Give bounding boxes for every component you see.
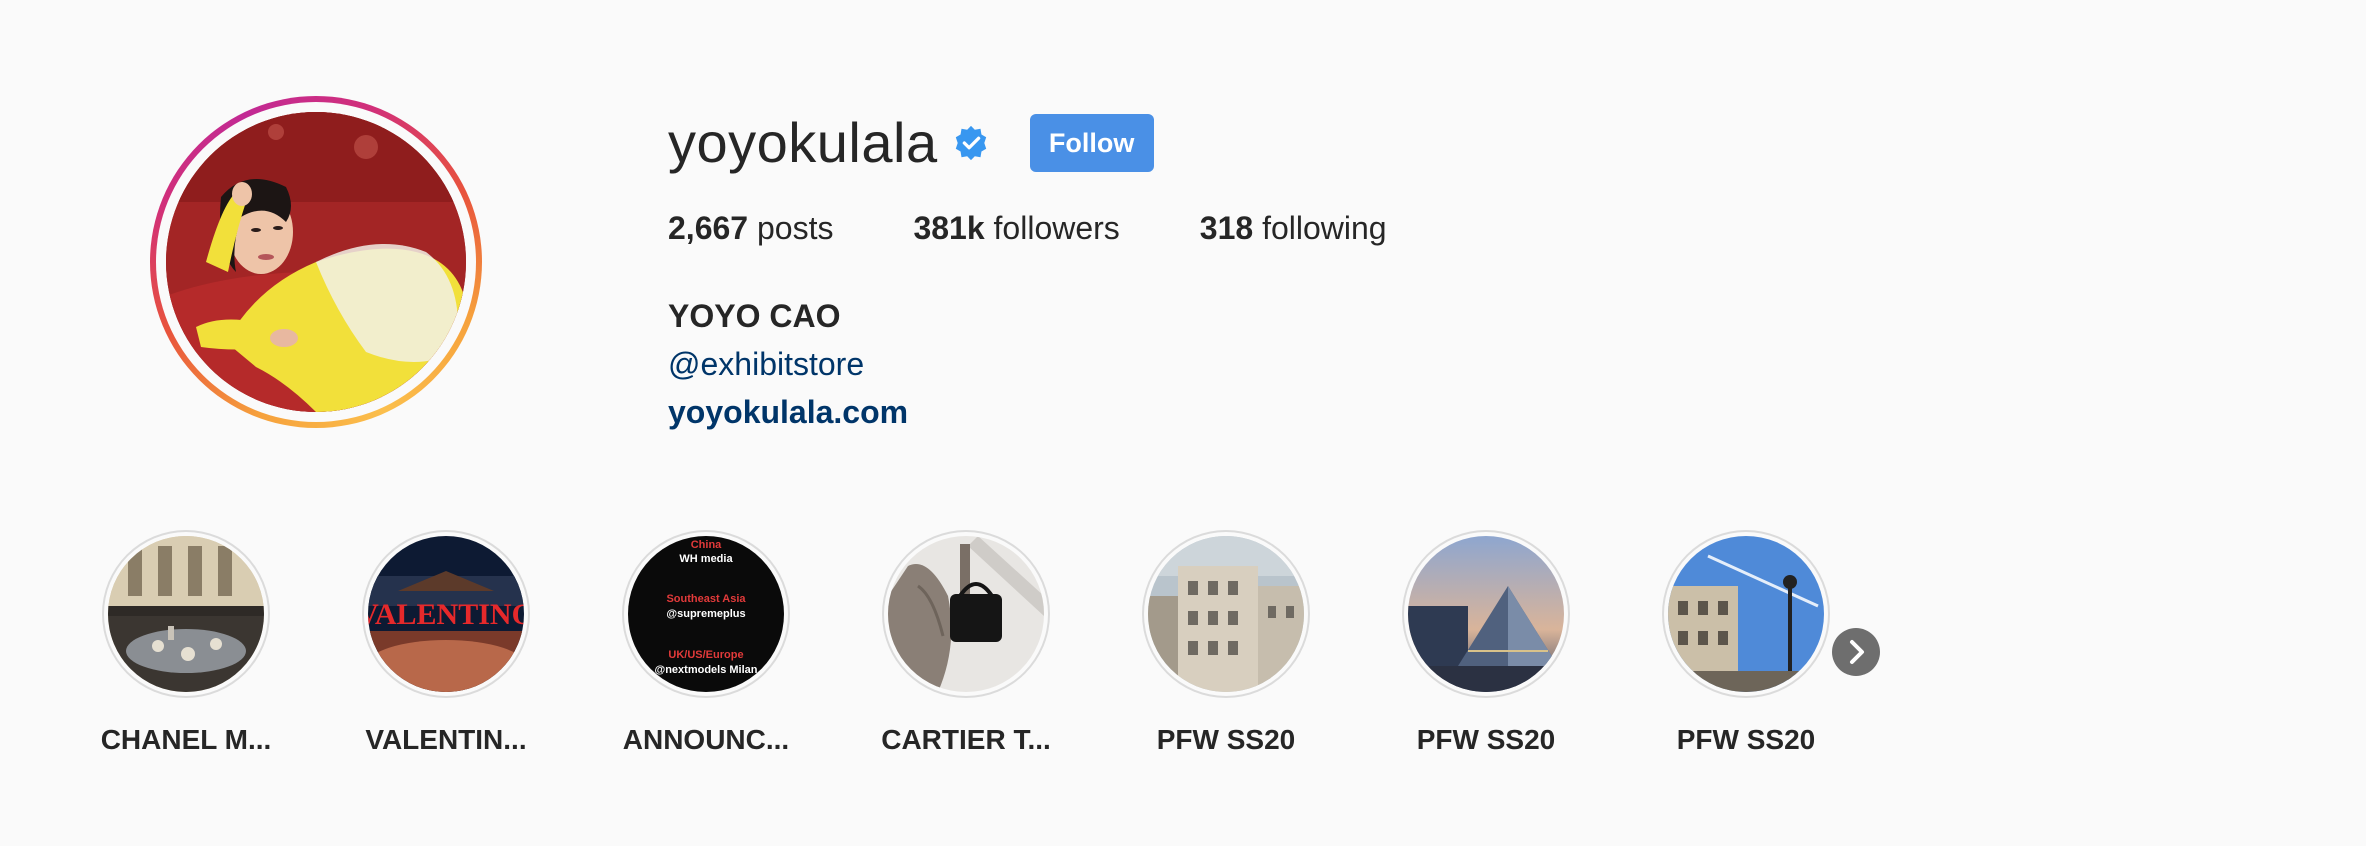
following-count: 318 xyxy=(1199,210,1254,246)
highlight-cover xyxy=(1668,536,1824,692)
followers-stat[interactable]: 381k followers xyxy=(913,210,1119,247)
highlight-item[interactable]: PFW SS20 xyxy=(1394,530,1578,756)
highlight-item[interactable]: CHANEL M... xyxy=(94,530,278,756)
username-row: yoyokulala Follow xyxy=(668,108,1154,178)
highlight-label: ANNOUNC... xyxy=(622,724,790,755)
highlight-cover: VALENTINO xyxy=(368,536,524,692)
highlight-cover xyxy=(1408,536,1564,692)
highlight-ring xyxy=(102,530,270,698)
highlight-ring xyxy=(882,530,1050,698)
profile-bio: YOYO CAO @exhibitstore yoyokulala.com xyxy=(668,292,908,436)
profile-stats: 2,667 posts 381k followers 318 following xyxy=(668,210,1467,247)
highlight-label: CHANEL M... xyxy=(100,724,272,755)
highlight-ring xyxy=(1662,530,1830,698)
svg-text:China: China xyxy=(691,539,722,551)
username: yoyokulala xyxy=(668,111,938,174)
bio-mention-link[interactable]: @exhibitstore xyxy=(668,340,908,388)
highlight-item[interactable]: VALENTINO VALENTIN... xyxy=(354,530,538,756)
posts-count: 2,667 xyxy=(668,210,749,246)
highlight-ring xyxy=(1142,530,1310,698)
highlight-cover xyxy=(888,536,1044,692)
highlight-ring: VALENTINO xyxy=(362,530,530,698)
highlights-next-button[interactable] xyxy=(1832,628,1880,676)
avatar-photo xyxy=(166,112,466,412)
highlight-label: PFW SS20 xyxy=(1156,724,1296,755)
highlight-item[interactable]: China WH media Southeast Asia @supremepl… xyxy=(614,530,798,756)
svg-text:@supremeplus: @supremeplus xyxy=(666,608,745,620)
highlight-item[interactable]: PFW SS20 xyxy=(1134,530,1318,756)
svg-text:@nextmodels Milan: @nextmodels Milan xyxy=(654,664,757,676)
full-name: YOYO CAO xyxy=(668,298,841,334)
following-stat[interactable]: 318 following xyxy=(1200,210,1387,247)
highlight-label: VALENTIN... xyxy=(365,724,527,755)
following-label: following xyxy=(1253,210,1387,246)
highlight-item[interactable]: PFW SS20 xyxy=(1654,530,1838,756)
followers-count: 381k xyxy=(913,210,985,246)
profile-avatar[interactable] xyxy=(150,96,482,428)
highlight-label: PFW SS20 xyxy=(1676,724,1816,755)
highlight-ring: China WH media Southeast Asia @supremepl… xyxy=(622,530,790,698)
posts-stat: 2,667 posts xyxy=(668,210,833,247)
follow-button[interactable]: Follow xyxy=(1029,114,1154,172)
highlight-label: CARTIER T... xyxy=(881,724,1051,755)
highlight-label: PFW SS20 xyxy=(1416,724,1556,755)
highlight-cover xyxy=(108,536,264,692)
valentino-sign-text: VALENTINO xyxy=(368,598,524,631)
highlight-cover xyxy=(1148,536,1304,692)
website-link[interactable]: yoyokulala.com xyxy=(668,388,908,436)
highlight-item[interactable]: CARTIER T... xyxy=(874,530,1058,756)
highlight-ring xyxy=(1402,530,1570,698)
posts-label: posts xyxy=(748,210,834,246)
verified-badge-icon xyxy=(952,124,990,162)
highlight-cover: China WH media Southeast Asia @supremepl… xyxy=(628,536,784,692)
svg-text:UK/US/Europe: UK/US/Europe xyxy=(668,649,743,661)
followers-label: followers xyxy=(984,210,1120,246)
chevron-right-icon xyxy=(1850,640,1864,664)
svg-text:WH media: WH media xyxy=(679,553,733,565)
svg-text:Southeast Asia: Southeast Asia xyxy=(666,593,746,605)
